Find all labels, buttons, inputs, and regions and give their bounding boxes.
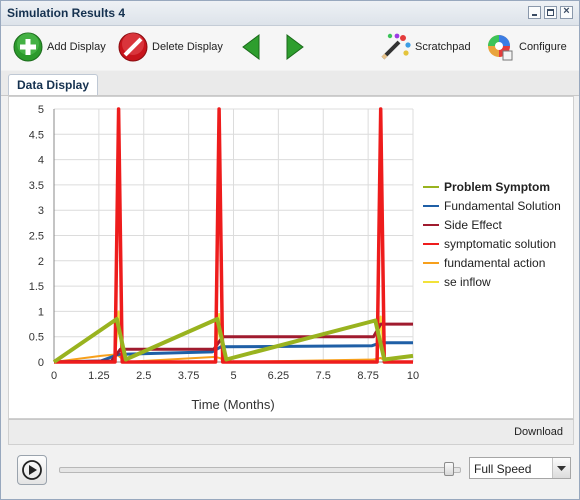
scratchpad-button[interactable]: Scratchpad [379, 32, 471, 62]
delete-icon [118, 32, 148, 62]
add-icon [13, 32, 43, 62]
x-axis-label: Time (Months) [191, 397, 274, 412]
legend-item[interactable]: Side Effect [423, 218, 502, 232]
x-tick-label: 7.5 [316, 370, 331, 382]
legend-item[interactable]: symptomatic solution [423, 237, 556, 251]
x-tick-label: 0 [51, 370, 57, 382]
configure-button[interactable]: Configure [483, 32, 567, 62]
y-tick-label: 2.5 [29, 231, 44, 243]
back-button[interactable] [239, 32, 263, 62]
x-tick-label: 6.25 [268, 370, 289, 382]
timeline-slider-thumb[interactable] [444, 462, 454, 476]
toolbar: Add Display Delete Display Scratchpad Co… [1, 26, 579, 70]
x-tick-label: 1.25 [88, 370, 109, 382]
window-title: Simulation Results 4 [7, 6, 126, 20]
scratchpad-icon [381, 33, 411, 60]
legend-item[interactable]: fundamental action [423, 256, 545, 270]
legend-label: Problem Symptom [444, 180, 550, 194]
chart-panel: 0 0.5 1 1.5 2 2.5 3 3.5 4 4.5 5 0 1.25 2.5 3.75 5 6.25 7.… [8, 96, 574, 419]
speed-select[interactable]: Full Speed [469, 457, 571, 479]
title-bar: Simulation Results 4 × [1, 1, 579, 26]
configure-icon [488, 35, 513, 61]
speed-select-value: Full Speed [474, 462, 532, 476]
x-tick-label: 2.5 [136, 370, 151, 382]
x-tick-label: 10 [407, 370, 419, 382]
download-link[interactable]: Download [514, 426, 563, 438]
close-icon: × [563, 5, 570, 17]
playback-controls: Full Speed [1, 449, 579, 497]
y-tick-label: 1.5 [29, 281, 44, 293]
speed-select-arrow [552, 458, 570, 478]
timeline-slider[interactable] [59, 462, 461, 476]
chevron-down-icon [557, 466, 566, 471]
add-display-button[interactable]: Add Display [13, 32, 106, 62]
download-bar: Download [8, 419, 574, 445]
x-tick-label: 3.75 [178, 370, 199, 382]
legend-label: symptomatic solution [444, 237, 556, 251]
legend-label: Side Effect [444, 218, 502, 232]
tab-data-display[interactable]: Data Display [8, 74, 98, 95]
chart-legend: Problem Symptom Fundamental Solution Side … [423, 180, 561, 289]
y-tick-label: 0 [38, 357, 44, 369]
maximize-icon [547, 9, 554, 16]
play-button[interactable] [17, 455, 47, 485]
y-tick-label: 0.5 [29, 332, 44, 344]
forward-button[interactable] [283, 32, 307, 62]
legend-label: se inflow [444, 275, 491, 289]
legend-item[interactable]: Fundamental Solution [423, 199, 561, 213]
add-display-label: Add Display [47, 41, 106, 53]
delete-display-button[interactable]: Delete Display [118, 32, 223, 62]
x-tick-label: 5 [230, 370, 236, 382]
y-tick-label: 4.5 [29, 129, 44, 141]
x-tick-label: 8.75 [357, 370, 378, 382]
scratchpad-label: Scratchpad [415, 41, 471, 53]
simulation-window: Simulation Results 4 × Add Display Delet… [0, 0, 580, 500]
configure-label: Configure [519, 41, 567, 53]
line-chart: 0 0.5 1 1.5 2 2.5 3 3.5 4 4.5 5 0 1.25 2.5 3.75 5 6.25 7.… [29, 104, 561, 412]
y-tick-label: 5 [38, 104, 44, 116]
y-tick-label: 3.5 [29, 180, 44, 192]
arrow-left-icon [242, 34, 260, 60]
y-tick-label: 3 [38, 205, 44, 217]
tab-strip: Data Display [1, 71, 579, 96]
legend-item[interactable]: se inflow [423, 275, 491, 289]
legend-label: Fundamental Solution [444, 199, 561, 213]
close-button[interactable]: × [560, 5, 573, 19]
arrow-right-icon [286, 34, 304, 60]
minimize-button[interactable] [528, 6, 541, 19]
legend-item[interactable]: Problem Symptom [423, 180, 550, 194]
legend-label: fundamental action [444, 256, 545, 270]
y-tick-label: 2 [38, 256, 44, 268]
maximize-button[interactable] [544, 6, 557, 19]
delete-display-label: Delete Display [152, 41, 223, 53]
play-icon [22, 460, 42, 480]
minimize-icon [532, 14, 537, 16]
y-tick-label: 4 [38, 155, 44, 167]
y-tick-label: 1 [38, 306, 44, 318]
